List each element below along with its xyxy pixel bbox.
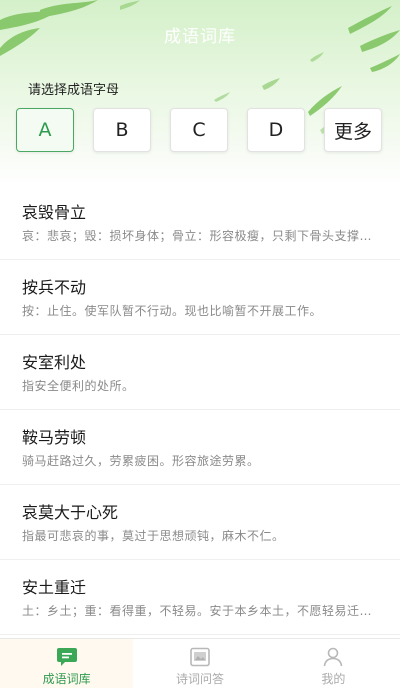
tab-idiom-library[interactable]: 成语词库 (0, 639, 134, 688)
picture-book-icon (190, 647, 210, 667)
letter-button-c[interactable]: C (170, 108, 228, 152)
list-item[interactable]: 安土重迁 土：乡土；重：看得重，不轻易。安于本乡本土，不愿轻易迁移。 (0, 560, 400, 635)
idiom-title: 安室利处 (22, 353, 87, 372)
tab-label: 我的 (321, 672, 346, 686)
idiom-title: 安土重迁 (22, 578, 87, 597)
idiom-description: 骑马赶路过久，劳累疲困。形容旅途劳累。 (22, 454, 260, 468)
idiom-title: 哀莫大于心死 (22, 503, 119, 522)
list-item[interactable]: 安室利处 指安全便利的处所。 (0, 335, 400, 410)
list-item[interactable]: 鞍马劳顿 骑马赶路过久，劳累疲困。形容旅途劳累。 (0, 410, 400, 485)
letter-button-more[interactable]: 更多 (324, 108, 382, 152)
list-item[interactable]: 哀毁骨立 哀：悲哀；毁：损坏身体；骨立：形容极瘦，只剩下骨头支撑着身体。 (0, 185, 400, 260)
list-item[interactable]: 按兵不动 按：止住。使军队暂不行动。现也比喻暂不开展工作。 (0, 260, 400, 335)
tab-label: 诗词问答 (175, 672, 224, 686)
page-title: 成语词库 (164, 27, 236, 47)
tab-label: 成语词库 (42, 672, 91, 686)
chat-bubble-icon (56, 648, 77, 666)
idiom-description: 指最可悲哀的事，莫过于思想顽钝，麻木不仁。 (22, 529, 285, 543)
header-banner: 成语词库 请选择成语字母 A B C D 更多 (0, 0, 400, 185)
idiom-description: 哀：悲哀；毁：损坏身体；骨立：形容极瘦，只剩下骨头支撑着身体。 (22, 229, 378, 243)
letter-button-b[interactable]: B (93, 108, 151, 152)
idiom-title: 按兵不动 (22, 278, 87, 297)
letter-button-a[interactable]: A (16, 108, 74, 152)
tab-me[interactable]: 我的 (267, 639, 400, 688)
idiom-list: 哀毁骨立 哀：悲哀；毁：损坏身体；骨立：形容极瘦，只剩下骨头支撑着身体。 按兵不… (0, 185, 400, 635)
idiom-description: 按：止住。使军队暂不行动。现也比喻暂不开展工作。 (22, 304, 323, 318)
letter-selector: A B C D 更多 (0, 108, 400, 156)
idiom-description: 指安全便利的处所。 (22, 379, 135, 393)
idiom-title: 哀毁骨立 (22, 203, 87, 222)
idiom-description: 土：乡土；重：看得重，不轻易。安于本乡本土，不愿轻易迁移。 (22, 604, 378, 618)
person-icon (324, 647, 343, 667)
list-item[interactable]: 哀莫大于心死 指最可悲哀的事，莫过于思想顽钝，麻木不仁。 (0, 485, 400, 560)
bottom-tab-bar: 成语词库 诗词问答 我的 (0, 638, 400, 688)
letter-prompt-label: 请选择成语字母 (28, 83, 120, 98)
tab-poetry-qa[interactable]: 诗词问答 (133, 639, 266, 688)
letter-button-d[interactable]: D (247, 108, 305, 152)
idiom-title: 鞍马劳顿 (22, 428, 87, 447)
